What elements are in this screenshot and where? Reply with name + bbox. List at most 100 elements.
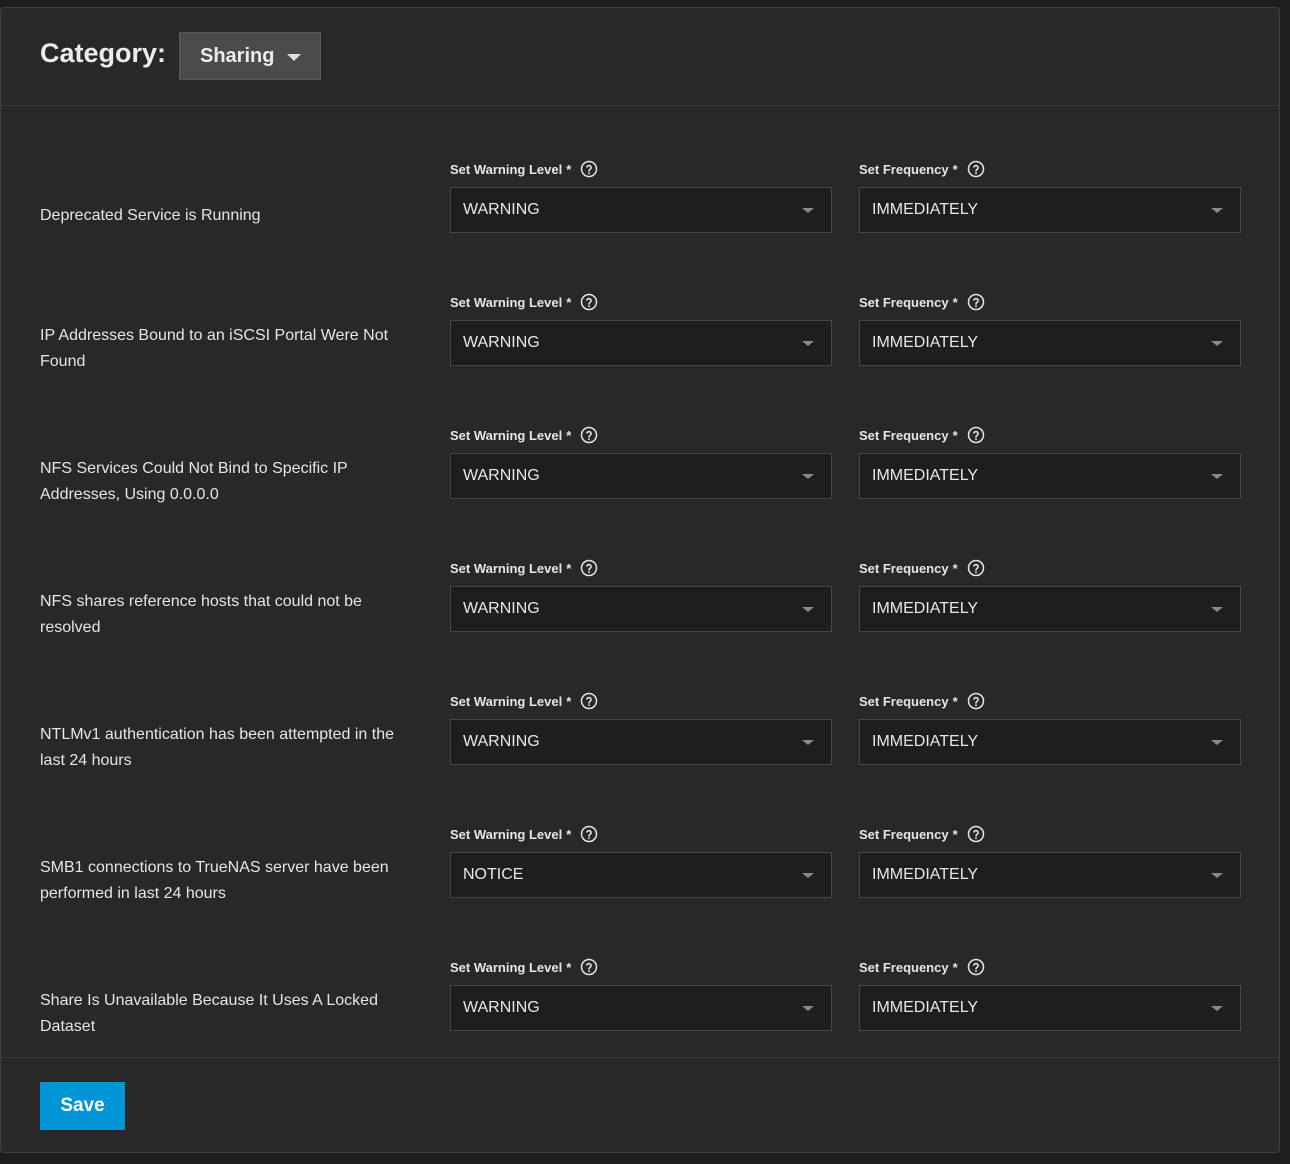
card-footer: Save xyxy=(1,1057,1279,1154)
warning-level-select[interactable]: WARNING xyxy=(450,586,832,632)
frequency-value: IMMEDIATELY xyxy=(872,866,979,883)
warning-level-label: Set Warning Level xyxy=(450,427,563,443)
help-icon[interactable] xyxy=(580,958,598,976)
alert-rows: Deprecated Service is Running Set Warnin… xyxy=(1,158,1279,1089)
warning-level-value: WARNING xyxy=(463,467,540,484)
caret-down-icon xyxy=(287,54,302,61)
dropdown-arrow-icon xyxy=(802,740,814,745)
alert-name: Share Is Unavailable Because It Uses A L… xyxy=(40,992,378,1035)
alert-row: SMB1 connections to TrueNAS server have … xyxy=(1,823,1279,956)
warning-level-field: Set Warning Level * WARNING xyxy=(450,424,832,499)
frequency-field: Set Frequency * IMMEDIATELY xyxy=(859,158,1241,233)
alert-name: Deprecated Service is Running xyxy=(40,207,261,224)
frequency-select[interactable]: IMMEDIATELY xyxy=(859,586,1241,632)
warning-level-select[interactable]: NOTICE xyxy=(450,852,832,898)
warning-level-label: Set Warning Level xyxy=(450,959,563,975)
dropdown-arrow-icon xyxy=(1211,474,1223,479)
required-mark: * xyxy=(952,161,958,177)
frequency-field: Set Frequency * IMMEDIATELY xyxy=(859,291,1241,366)
required-mark: * xyxy=(566,427,572,443)
help-icon[interactable] xyxy=(580,692,598,710)
help-icon[interactable] xyxy=(580,160,598,178)
frequency-field: Set Frequency * IMMEDIATELY xyxy=(859,424,1241,499)
dropdown-arrow-icon xyxy=(802,607,814,612)
alert-row: Deprecated Service is Running Set Warnin… xyxy=(1,158,1279,291)
help-icon[interactable] xyxy=(580,293,598,311)
warning-level-select[interactable]: WARNING xyxy=(450,320,832,366)
warning-level-field: Set Warning Level * WARNING xyxy=(450,291,832,366)
frequency-field: Set Frequency * IMMEDIATELY xyxy=(859,956,1241,1031)
frequency-label: Set Frequency xyxy=(859,427,949,443)
help-icon[interactable] xyxy=(967,692,985,710)
required-mark: * xyxy=(566,959,572,975)
warning-level-label: Set Warning Level xyxy=(450,826,563,842)
save-button[interactable]: Save xyxy=(40,1082,125,1130)
help-icon[interactable] xyxy=(967,559,985,577)
required-mark: * xyxy=(952,294,958,310)
required-mark: * xyxy=(952,560,958,576)
alert-name: NFS shares reference hosts that could no… xyxy=(40,593,362,636)
alert-name: NTLMv1 authentication has been attempted… xyxy=(40,726,394,769)
warning-level-select[interactable]: WARNING xyxy=(450,453,832,499)
warning-level-field: Set Warning Level * WARNING xyxy=(450,956,832,1031)
dropdown-arrow-icon xyxy=(1211,607,1223,612)
frequency-label: Set Frequency xyxy=(859,693,949,709)
frequency-value: IMMEDIATELY xyxy=(872,600,979,617)
alert-row: NFS Services Could Not Bind to Specific … xyxy=(1,424,1279,557)
warning-level-field: Set Warning Level * WARNING xyxy=(450,158,832,233)
alert-row: NTLMv1 authentication has been attempted… xyxy=(1,690,1279,823)
help-icon[interactable] xyxy=(967,160,985,178)
help-icon[interactable] xyxy=(967,426,985,444)
category-label: Category: xyxy=(40,38,167,68)
warning-level-value: WARNING xyxy=(463,334,540,351)
dropdown-arrow-icon xyxy=(802,341,814,346)
dropdown-arrow-icon xyxy=(1211,208,1223,213)
warning-level-label: Set Warning Level xyxy=(450,161,563,177)
card-header: Category: Sharing xyxy=(1,8,1279,106)
frequency-field: Set Frequency * IMMEDIATELY xyxy=(859,690,1241,765)
frequency-select[interactable]: IMMEDIATELY xyxy=(859,719,1241,765)
alert-row: IP Addresses Bound to an iSCSI Portal We… xyxy=(1,291,1279,424)
dropdown-arrow-icon xyxy=(1211,1006,1223,1011)
frequency-label: Set Frequency xyxy=(859,959,949,975)
warning-level-select[interactable]: WARNING xyxy=(450,187,832,233)
help-icon[interactable] xyxy=(967,293,985,311)
help-icon[interactable] xyxy=(967,825,985,843)
frequency-select[interactable]: IMMEDIATELY xyxy=(859,320,1241,366)
frequency-select[interactable]: IMMEDIATELY xyxy=(859,852,1241,898)
category-dropdown-button[interactable]: Sharing xyxy=(179,32,321,80)
required-mark: * xyxy=(952,959,958,975)
category-value: Sharing xyxy=(200,44,275,67)
dropdown-arrow-icon xyxy=(802,1006,814,1011)
frequency-value: IMMEDIATELY xyxy=(872,467,979,484)
help-icon[interactable] xyxy=(580,559,598,577)
help-icon[interactable] xyxy=(580,825,598,843)
frequency-label: Set Frequency xyxy=(859,161,949,177)
frequency-field: Set Frequency * IMMEDIATELY xyxy=(859,823,1241,898)
frequency-label: Set Frequency xyxy=(859,294,949,310)
frequency-value: IMMEDIATELY xyxy=(872,733,979,750)
frequency-label: Set Frequency xyxy=(859,560,949,576)
warning-level-select[interactable]: WARNING xyxy=(450,985,832,1031)
warning-level-value: WARNING xyxy=(463,733,540,750)
warning-level-value: WARNING xyxy=(463,600,540,617)
required-mark: * xyxy=(952,427,958,443)
frequency-label: Set Frequency xyxy=(859,826,949,842)
warning-level-select[interactable]: WARNING xyxy=(450,719,832,765)
warning-level-label: Set Warning Level xyxy=(450,294,563,310)
help-icon[interactable] xyxy=(580,426,598,444)
frequency-field: Set Frequency * IMMEDIATELY xyxy=(859,557,1241,632)
alert-name: IP Addresses Bound to an iSCSI Portal We… xyxy=(40,327,389,370)
frequency-select[interactable]: IMMEDIATELY xyxy=(859,187,1241,233)
dropdown-arrow-icon xyxy=(802,208,814,213)
warning-level-value: WARNING xyxy=(463,999,540,1016)
frequency-select[interactable]: IMMEDIATELY xyxy=(859,453,1241,499)
warning-level-value: WARNING xyxy=(463,201,540,218)
required-mark: * xyxy=(952,826,958,842)
required-mark: * xyxy=(566,560,572,576)
frequency-value: IMMEDIATELY xyxy=(872,201,979,218)
frequency-select[interactable]: IMMEDIATELY xyxy=(859,985,1241,1031)
alert-name: NFS Services Could Not Bind to Specific … xyxy=(40,460,348,503)
required-mark: * xyxy=(952,693,958,709)
help-icon[interactable] xyxy=(967,958,985,976)
